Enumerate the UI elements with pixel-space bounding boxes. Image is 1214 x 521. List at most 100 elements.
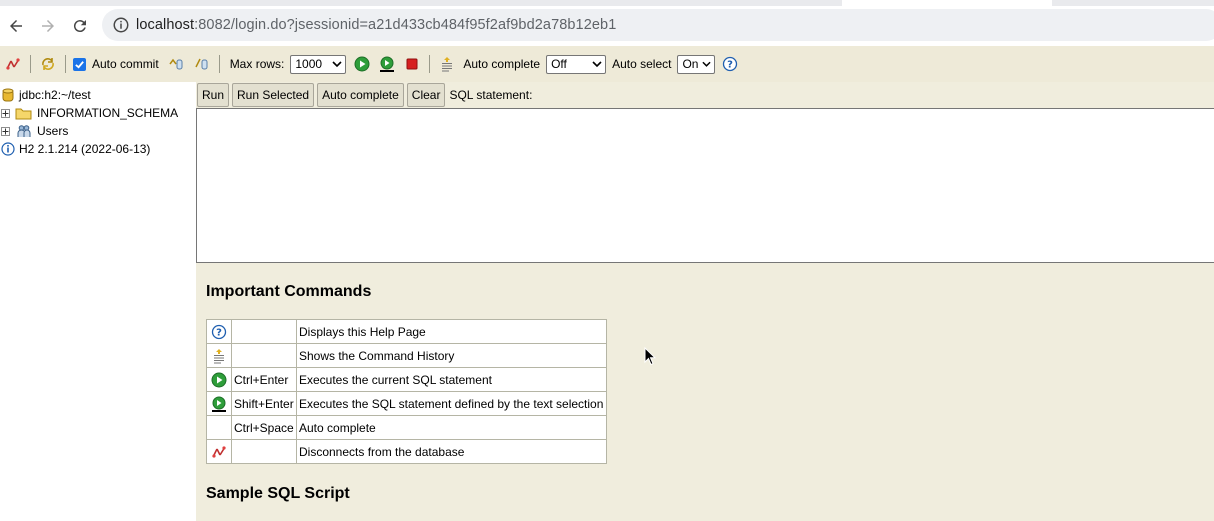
disconnect-icon (212, 445, 226, 458)
console-toolbar: Auto commit Max rows: 1000 Auto complete… (0, 46, 1214, 82)
connection-label: jdbc:h2:~/test (19, 88, 91, 102)
database-icon (2, 88, 14, 102)
refresh-icon (42, 58, 54, 70)
sql-statement-label: SQL statement: (449, 88, 533, 102)
toolbar-separator (218, 55, 220, 73)
toolbar-separator (429, 55, 431, 73)
chevron-down-icon (702, 61, 712, 67)
info-icon (1, 142, 15, 156)
auto-complete-button[interactable]: Auto complete (317, 83, 404, 107)
stop-button[interactable] (404, 56, 420, 72)
auto-complete-label: Auto complete (463, 57, 541, 71)
help-icon: ? (723, 56, 738, 72)
table-cell-shortcut: Shift+Enter (231, 391, 297, 416)
history-icon (214, 348, 224, 363)
clear-button[interactable]: Clear (406, 83, 446, 107)
table-cell-description: Displays this Help Page (296, 319, 607, 344)
svg-text:?: ? (728, 60, 734, 71)
run-query-button[interactable]: Run (197, 83, 230, 107)
table-cell-shortcut (231, 439, 297, 464)
auto-complete-select[interactable]: Off (546, 54, 607, 74)
auto-commit-checkbox[interactable]: Auto commit (73, 57, 162, 71)
table-row: ? Displays this Help Page (206, 319, 607, 344)
url-path: :8082/login.do?jsessionid=a21d433cb484f9… (194, 17, 617, 33)
run-icon (211, 372, 227, 387)
chevron-down-icon (592, 61, 602, 68)
tree-item-information-schema[interactable]: INFORMATION_SCHEMA (0, 104, 178, 122)
refresh-button[interactable] (40, 56, 56, 72)
toolbar-separator (30, 55, 31, 73)
back-button[interactable] (4, 14, 28, 38)
site-info-icon[interactable] (112, 16, 130, 34)
help-icon: ? (211, 324, 227, 339)
expand-icon[interactable] (1, 108, 10, 118)
table-cell-icon: ? (206, 319, 232, 344)
commit-button[interactable] (168, 56, 184, 72)
table-row: Shows the Command History (206, 343, 607, 368)
address-bar[interactable]: localhost:8082/login.do?jsessionid=a21d4… (102, 9, 1214, 41)
version-label: H2 2.1.214 (2022-06-13) (19, 142, 151, 156)
folder-icon (15, 108, 32, 119)
forward-arrow-icon (42, 20, 54, 32)
table-cell-description: Auto complete (296, 415, 607, 440)
run-selected-icon (212, 396, 226, 412)
table-cell-icon (206, 343, 232, 368)
rollback-button[interactable] (194, 56, 210, 72)
users-icon (17, 125, 31, 137)
tab-strip (0, 0, 1214, 6)
table-row: Ctrl+Enter Executes the current SQL stat… (206, 367, 607, 392)
sql-editor[interactable] (196, 108, 1214, 263)
tree-item-label: INFORMATION_SCHEMA (37, 106, 179, 120)
max-rows-label: Max rows: (229, 57, 285, 71)
active-tab[interactable] (842, 0, 1052, 6)
table-row: Shift+Enter Executes the SQL statement d… (206, 391, 607, 416)
tree-item-users[interactable]: Users (0, 122, 68, 140)
table-cell-icon (206, 367, 232, 392)
run-button[interactable] (354, 56, 370, 72)
query-panel: Run Run Selected Auto complete Clear SQL… (196, 82, 1214, 521)
auto-select-value: On (682, 57, 699, 71)
history-icon (442, 57, 453, 72)
schema-tree: jdbc:h2:~/test INFORMATION_SCHEMA Users … (0, 82, 196, 521)
back-arrow-icon (10, 20, 22, 32)
checkbox-checked-icon[interactable] (73, 57, 86, 71)
auto-select-select[interactable]: On (677, 54, 716, 74)
table-cell-shortcut (231, 319, 297, 344)
run-selected-button[interactable] (379, 56, 395, 72)
stop-icon (406, 58, 418, 70)
table-cell-icon (206, 439, 232, 464)
max-rows-select[interactable]: 1000 (290, 54, 347, 74)
sample-sql-heading: Sample SQL Script (206, 485, 350, 502)
mouse-cursor-icon (644, 347, 656, 366)
table-cell-description: Executes the SQL statement defined by th… (296, 391, 607, 416)
disconnect-icon (6, 58, 20, 70)
run-icon (354, 56, 370, 72)
table-row: Ctrl+Space Auto complete (206, 415, 607, 440)
important-commands-heading: Important Commands (206, 283, 372, 300)
auto-commit-label: Auto commit (92, 57, 159, 71)
run-selected-query-button[interactable]: Run Selected (232, 83, 315, 107)
commands-table: ? Displays this Help Page Shows the Comm… (206, 319, 607, 464)
browser-chrome: localhost:8082/login.do?jsessionid=a21d4… (0, 0, 1214, 46)
table-cell-description: Executes the current SQL statement (296, 367, 607, 392)
table-cell-shortcut (231, 343, 297, 368)
table-cell-icon (206, 415, 232, 440)
forward-button[interactable] (36, 14, 60, 38)
reload-button[interactable] (68, 14, 92, 38)
table-cell-icon (206, 391, 232, 416)
url-host: localhost (136, 17, 195, 33)
tree-connection[interactable]: jdbc:h2:~/test (2, 86, 91, 104)
table-cell-shortcut: Ctrl+Space (231, 415, 297, 440)
tree-item-label: Users (37, 124, 69, 138)
disconnect-button[interactable] (5, 56, 21, 72)
history-button[interactable] (439, 56, 455, 72)
auto-select-label: Auto select (612, 57, 672, 71)
table-row: Disconnects from the database (206, 439, 607, 464)
commit-icon (169, 58, 183, 70)
help-button[interactable]: ? (722, 56, 738, 72)
expand-icon[interactable] (1, 126, 10, 136)
table-cell-description: Disconnects from the database (296, 439, 607, 464)
reload-icon (73, 20, 86, 33)
auto-complete-value: Off (551, 57, 567, 71)
table-cell-shortcut: Ctrl+Enter (231, 367, 297, 392)
